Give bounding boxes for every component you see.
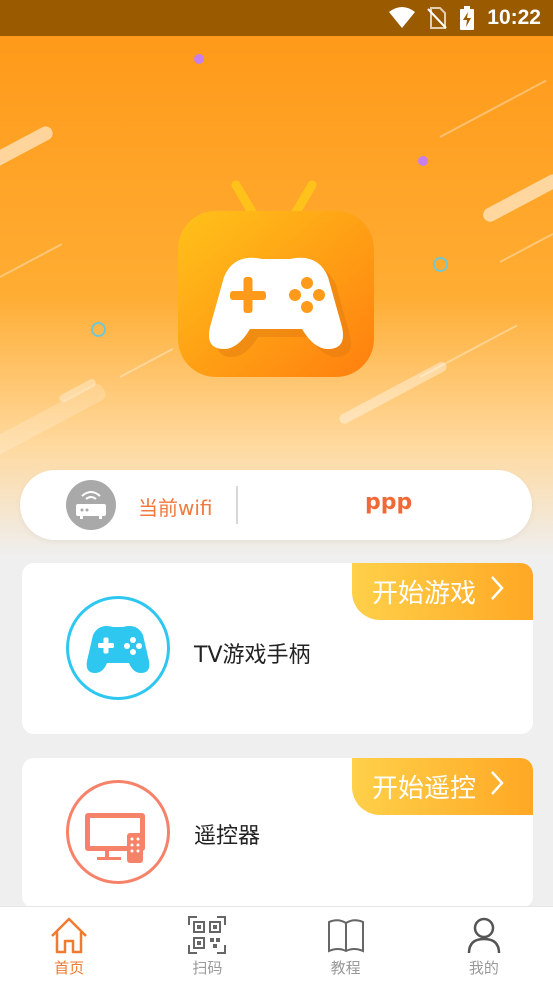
book-icon [326, 915, 366, 955]
decor-line [419, 324, 518, 378]
decor-streak [0, 381, 108, 463]
home-icon [49, 915, 89, 955]
start-remote-button[interactable]: 开始遥控 [352, 758, 533, 815]
nav-item-home[interactable]: 首页 [0, 907, 138, 983]
chevron-right-icon [490, 770, 504, 803]
start-remote-label: 开始遥控 [372, 774, 477, 804]
nav-item-tutorial[interactable]: 教程 [277, 907, 415, 983]
wifi-card: 当前wifi ppp [20, 470, 532, 540]
nav-label: 首页 [54, 959, 85, 977]
router-icon [66, 480, 116, 530]
divider [236, 486, 238, 524]
tv-gamepad-logo-icon [172, 177, 382, 382]
decor-streak [480, 171, 553, 225]
decor-line [119, 347, 174, 378]
decor-dot [194, 54, 204, 64]
decor-streak [0, 123, 56, 170]
start-game-label: 开始游戏 [372, 579, 477, 609]
wifi-network-name: ppp [365, 490, 413, 515]
wifi-icon [389, 7, 416, 29]
nav-label: 我的 [468, 959, 499, 977]
chevron-right-icon [490, 575, 504, 608]
decor-dot [418, 156, 428, 166]
nav-label: 扫码 [192, 959, 223, 977]
feature-title: 遥控器 [194, 824, 261, 849]
decor-line [499, 232, 553, 263]
qr-code-icon [187, 915, 227, 955]
nav-label: 教程 [330, 959, 361, 977]
gamepad-icon [66, 596, 170, 700]
feature-title: TV游戏手柄 [194, 643, 311, 668]
battery-charging-icon [459, 6, 475, 30]
feature-card-remote[interactable]: 遥控器 开始遥控 [22, 758, 533, 908]
feature-card-gamepad[interactable]: TV游戏手柄 开始游戏 [22, 563, 533, 734]
nav-item-profile[interactable]: 我的 [415, 907, 553, 983]
tv-remote-icon [66, 780, 170, 884]
bottom-nav: 首页 扫码 教程 我的 [0, 906, 553, 983]
decor-line [0, 243, 63, 278]
decor-ring [91, 322, 106, 337]
decor-ring [433, 257, 448, 272]
wifi-label: 当前wifi [138, 496, 213, 520]
profile-icon [464, 915, 504, 955]
start-game-button[interactable]: 开始游戏 [352, 563, 533, 620]
nav-item-scan[interactable]: 扫码 [138, 907, 276, 983]
status-bar: 10:22 [0, 0, 553, 36]
decor-line [439, 79, 547, 138]
status-time: 10:22 [487, 6, 541, 29]
no-sim-icon [427, 7, 448, 29]
